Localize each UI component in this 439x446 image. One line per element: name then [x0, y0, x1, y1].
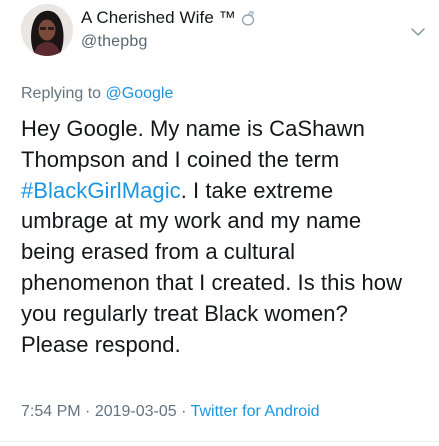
- tweet-date[interactable]: 2019-03-05: [95, 403, 177, 420]
- hashtag-link[interactable]: #BlackGirlMagic: [21, 178, 181, 203]
- tweet-line: #BlackGirlMagic. I take extreme: [21, 176, 431, 207]
- avatar-image: [21, 4, 73, 56]
- display-name[interactable]: A Cherished Wife ™: [81, 8, 236, 28]
- avatar[interactable]: [21, 4, 73, 56]
- tweet-line: being erased from a cultural: [21, 239, 296, 265]
- replying-to-mention[interactable]: @Google: [106, 85, 174, 102]
- tweet-time[interactable]: 7:54 PM: [21, 403, 81, 420]
- ring-icon: [240, 9, 258, 27]
- divider: [0, 441, 439, 442]
- tweet-line: Hey Google. My name is CaShawn: [21, 116, 365, 141]
- meta-separator: ·: [80, 403, 95, 420]
- replying-to: Replying to @Google: [21, 85, 173, 103]
- tweet-meta: 7:54 PM · 2019-03-05 · Twitter for Andro…: [21, 403, 320, 421]
- tweet-line: Thompson and I coined the term: [21, 146, 340, 172]
- author-block[interactable]: A Cherished Wife ™ @thepbg: [81, 6, 258, 51]
- tweet-line: phenomenon that I created. Is this how: [21, 269, 403, 295]
- chevron-down-icon[interactable]: [410, 24, 426, 36]
- tweet-card: A Cherished Wife ™ @thepbg Replying to @…: [0, 0, 439, 446]
- tweet-line: you regularly treat Black women?: [21, 300, 348, 326]
- display-name-row: A Cherished Wife ™: [81, 6, 258, 30]
- replying-to-prefix: Replying to: [21, 85, 106, 102]
- tweet-source[interactable]: Twitter for Android: [191, 403, 320, 420]
- tweet-line-rest: . I take extreme: [180, 177, 334, 203]
- tweet-line: umbrage at my work and my name: [21, 208, 362, 234]
- tweet-line: Please respond.: [21, 331, 181, 357]
- author-handle[interactable]: @thepbg: [81, 33, 258, 51]
- tweet-text: Hey Google. My name is CaShawn Thompson …: [21, 114, 431, 360]
- meta-separator: ·: [176, 403, 191, 420]
